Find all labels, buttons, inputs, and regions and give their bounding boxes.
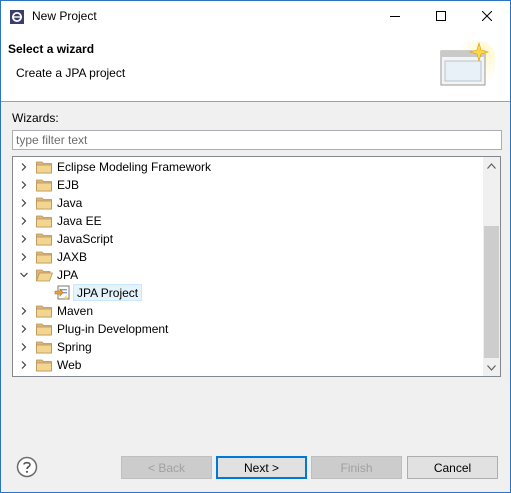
eclipse-icon bbox=[10, 10, 24, 24]
folder-open-icon bbox=[36, 269, 53, 282]
tree-category[interactable]: Java bbox=[13, 194, 482, 212]
minimize-button[interactable] bbox=[372, 1, 418, 31]
tree-item-label: Java bbox=[57, 196, 83, 210]
tree-child-item[interactable]: JPA Project bbox=[13, 284, 482, 302]
tree-item-label: JPA bbox=[57, 268, 79, 282]
tree-category[interactable]: EJB bbox=[13, 176, 482, 194]
wizards-label: Wizards: bbox=[12, 111, 59, 125]
tree-item-label: JPA Project bbox=[77, 286, 139, 300]
folder-icon bbox=[36, 197, 52, 210]
tree-category[interactable]: Maven bbox=[13, 302, 482, 320]
tree-category[interactable]: Plug-in Development bbox=[13, 320, 482, 338]
tree-item-label: Spring bbox=[57, 340, 92, 354]
banner-title: Select a wizard bbox=[8, 42, 95, 56]
chevron-right-icon[interactable] bbox=[19, 198, 29, 208]
tree-item-label: Web bbox=[57, 358, 82, 372]
tree-category[interactable]: JavaScript bbox=[13, 230, 482, 248]
chevron-down-icon[interactable] bbox=[19, 270, 29, 280]
chevron-right-icon[interactable] bbox=[19, 342, 29, 352]
chevron-down-icon bbox=[487, 364, 496, 371]
tree-item-label: JAXB bbox=[57, 250, 88, 264]
tree-category[interactable]: Spring bbox=[13, 338, 482, 356]
chevron-right-icon[interactable] bbox=[19, 324, 29, 334]
chevron-right-icon[interactable] bbox=[19, 162, 29, 172]
chevron-right-icon[interactable] bbox=[19, 234, 29, 244]
new-wizard-icon bbox=[440, 41, 495, 87]
filter-input[interactable] bbox=[12, 130, 502, 150]
chevron-right-icon[interactable] bbox=[19, 306, 29, 316]
wizard-tree[interactable]: Eclipse Modeling Framework EJB Java Java EE… bbox=[12, 156, 501, 377]
tree-category[interactable]: JAXB bbox=[13, 248, 482, 266]
tree-category[interactable]: Java EE bbox=[13, 212, 482, 230]
tree-category[interactable]: JPA bbox=[13, 266, 482, 284]
folder-icon bbox=[36, 341, 52, 354]
tree-item-label: JavaScript bbox=[57, 232, 114, 246]
new-project-dialog: New Project Select a wizard Create a JPA… bbox=[0, 0, 511, 493]
chevron-right-icon[interactable] bbox=[19, 216, 29, 226]
cancel-button[interactable]: Cancel bbox=[407, 456, 498, 479]
title-bar[interactable]: New Project bbox=[1, 1, 510, 31]
selection-highlight: JPA Project bbox=[73, 284, 143, 301]
folder-icon bbox=[36, 323, 52, 336]
close-button[interactable] bbox=[464, 1, 510, 31]
help-icon[interactable] bbox=[16, 456, 38, 478]
scroll-down-button[interactable] bbox=[483, 359, 500, 376]
folder-icon bbox=[36, 359, 52, 372]
folder-icon bbox=[36, 305, 52, 318]
chevron-right-icon[interactable] bbox=[19, 180, 29, 190]
jpa-project-icon bbox=[54, 285, 70, 300]
chevron-up-icon bbox=[487, 162, 496, 169]
scroll-up-button[interactable] bbox=[483, 157, 500, 174]
vertical-scrollbar[interactable] bbox=[483, 157, 500, 376]
next-button[interactable]: Next > bbox=[216, 456, 307, 479]
chevron-right-icon[interactable] bbox=[19, 360, 29, 370]
tree-item-label: EJB bbox=[57, 178, 80, 192]
tree-item-label: Plug-in Development bbox=[57, 322, 169, 336]
folder-icon bbox=[36, 161, 52, 174]
maximize-icon bbox=[436, 11, 446, 21]
maximize-button[interactable] bbox=[418, 1, 464, 31]
tree-item-label: Java EE bbox=[57, 214, 102, 228]
wizard-banner: Select a wizard Create a JPA project bbox=[1, 31, 510, 102]
chevron-right-icon[interactable] bbox=[19, 252, 29, 262]
tree-item-label: Maven bbox=[57, 304, 94, 318]
window-title: New Project bbox=[32, 9, 97, 23]
back-button[interactable]: < Back bbox=[121, 456, 212, 479]
folder-icon bbox=[36, 215, 52, 228]
folder-icon bbox=[36, 233, 52, 246]
folder-icon bbox=[36, 251, 52, 264]
tree-category[interactable]: Eclipse Modeling Framework bbox=[13, 158, 482, 176]
close-icon bbox=[482, 11, 492, 21]
banner-description: Create a JPA project bbox=[16, 66, 126, 80]
minimize-icon bbox=[390, 16, 400, 17]
finish-button[interactable]: Finish bbox=[311, 456, 402, 479]
tree-category[interactable]: Web bbox=[13, 356, 482, 374]
tree-item-label: Eclipse Modeling Framework bbox=[57, 160, 212, 174]
scroll-thumb[interactable] bbox=[484, 226, 499, 358]
folder-icon bbox=[36, 179, 52, 192]
